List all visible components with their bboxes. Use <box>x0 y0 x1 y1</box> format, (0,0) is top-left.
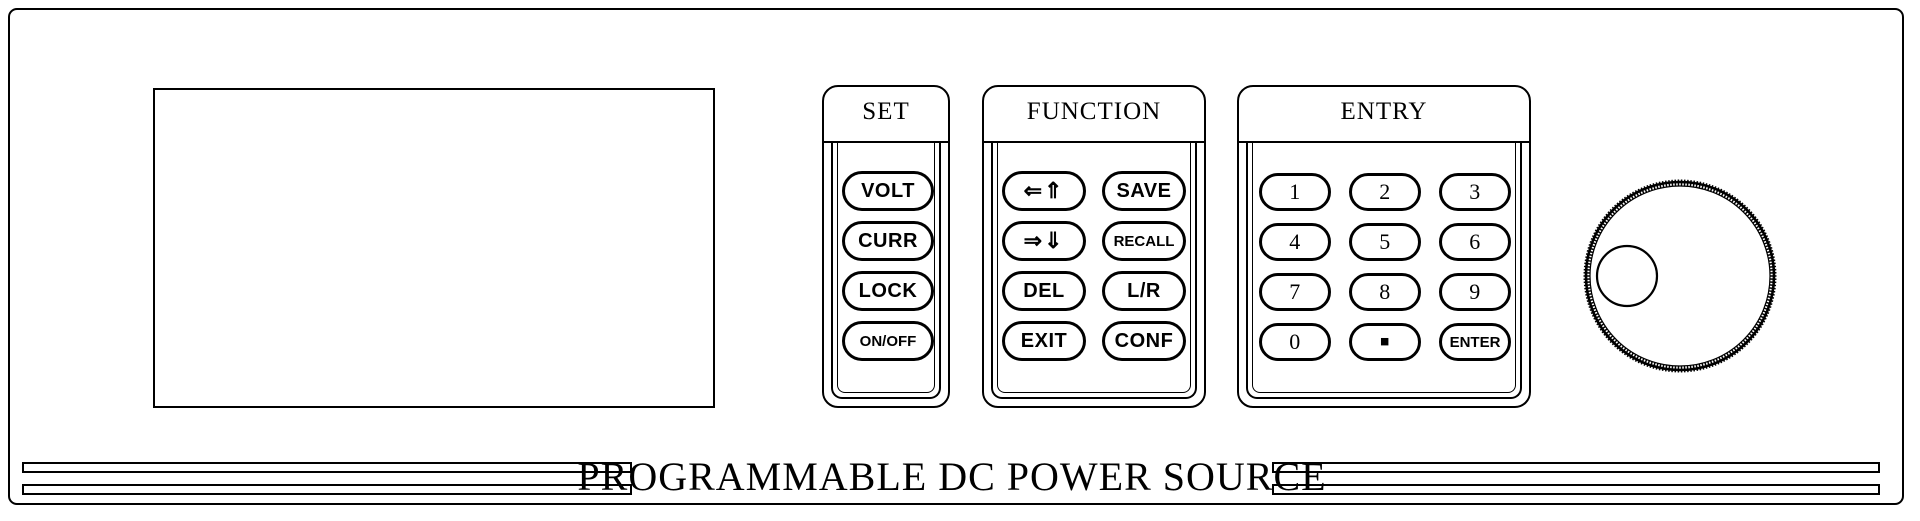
key-lock[interactable]: LOCK <box>842 271 934 311</box>
key-recall[interactable]: RECALL <box>1102 221 1186 261</box>
keypad-group-set: SET VOLT CURR LOCK ON/OFF <box>822 85 950 408</box>
key-digit-8[interactable]: 8 <box>1349 273 1421 311</box>
key-curr[interactable]: CURR <box>842 221 934 261</box>
key-digit-4[interactable]: 4 <box>1259 223 1331 261</box>
key-digit-3[interactable]: 3 <box>1439 173 1511 211</box>
key-left-up-arrow-icon[interactable]: ⇐⇑ <box>1002 171 1086 211</box>
key-digit-2[interactable]: 2 <box>1349 173 1421 211</box>
key-digit-1[interactable]: 1 <box>1259 173 1331 211</box>
key-digit-9[interactable]: 9 <box>1439 273 1511 311</box>
key-local-remote[interactable]: L/R <box>1102 271 1186 311</box>
key-save[interactable]: SAVE <box>1102 171 1186 211</box>
rotary-encoder-knob[interactable] <box>1581 177 1779 375</box>
keys-set: VOLT CURR LOCK ON/OFF <box>824 141 948 406</box>
key-right-down-arrow-icon[interactable]: ⇒⇓ <box>1002 221 1086 261</box>
keys-entry: 1 2 3 4 5 6 7 8 9 0 ▪ ENTER <box>1239 141 1529 406</box>
front-panel: SET VOLT CURR LOCK ON/OFF FUNCTION ⇐⇑ SA… <box>0 0 1920 521</box>
keypad-group-function: FUNCTION ⇐⇑ SAVE ⇒⇓ RECALL DEL L/R EXIT … <box>982 85 1206 408</box>
key-decimal-point[interactable]: ▪ <box>1349 323 1421 361</box>
key-on-off[interactable]: ON/OFF <box>842 321 934 361</box>
knob-knurl-icon <box>1583 179 1777 373</box>
trim-bar-right-top <box>1272 462 1880 473</box>
trim-bar-left-bottom <box>22 484 632 495</box>
group-title-set: SET <box>862 98 910 125</box>
key-digit-0[interactable]: 0 <box>1259 323 1331 361</box>
key-volt[interactable]: VOLT <box>842 171 934 211</box>
key-digit-5[interactable]: 5 <box>1349 223 1421 261</box>
key-digit-6[interactable]: 6 <box>1439 223 1511 261</box>
key-del[interactable]: DEL <box>1002 271 1086 311</box>
lcd-display <box>153 88 715 408</box>
group-title-entry: ENTRY <box>1340 98 1428 125</box>
keypad-group-entry: ENTRY 1 2 3 4 5 6 7 8 9 0 ▪ ENTER <box>1237 85 1531 408</box>
trim-bar-left-top <box>22 462 632 473</box>
trim-bar-right-bottom <box>1272 484 1880 495</box>
key-exit[interactable]: EXIT <box>1002 321 1086 361</box>
key-conf[interactable]: CONF <box>1102 321 1186 361</box>
knob-finger-dimple-icon <box>1595 244 1659 308</box>
keys-function: ⇐⇑ SAVE ⇒⇓ RECALL DEL L/R EXIT CONF <box>984 141 1204 406</box>
key-enter[interactable]: ENTER <box>1439 323 1511 361</box>
product-name-label: PROGRAMMABLE DC POWER SOURCE <box>577 453 1327 499</box>
key-digit-7[interactable]: 7 <box>1259 273 1331 311</box>
group-title-function: FUNCTION <box>1026 98 1162 125</box>
